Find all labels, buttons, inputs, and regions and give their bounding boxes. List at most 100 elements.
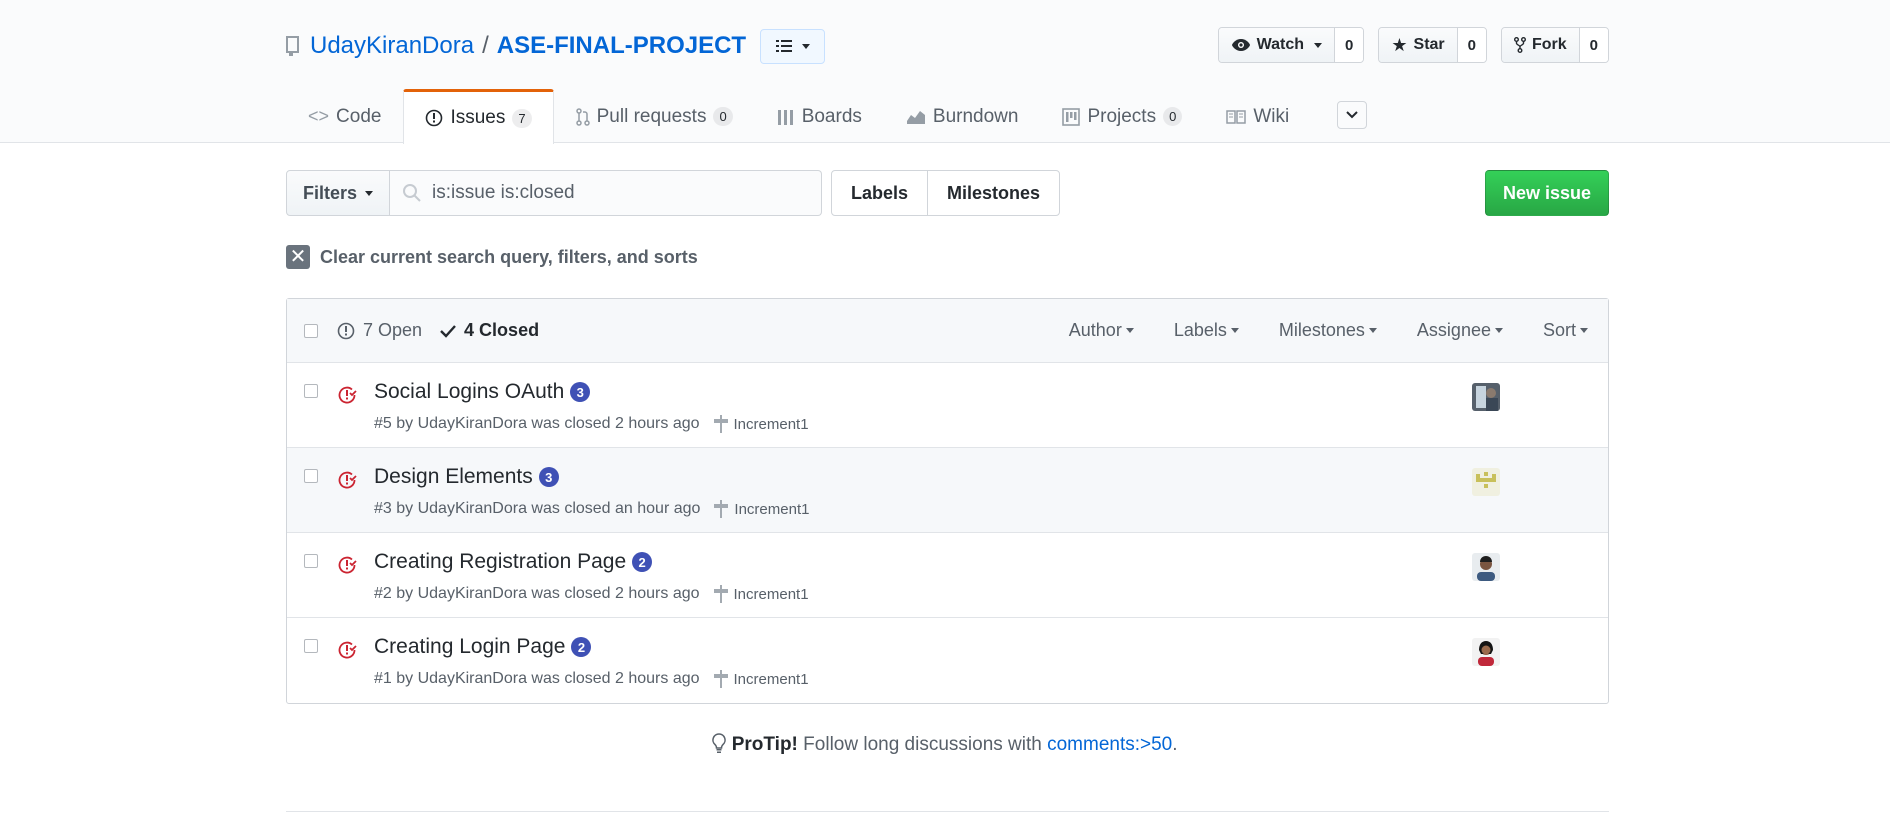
tab-label: Issues [450,107,506,128]
issue-title-link[interactable]: Social Logins OAuth 3 [374,380,591,404]
tab-boards[interactable]: Boards [755,89,884,143]
issue-checkbox[interactable] [304,639,318,653]
close-icon: ✕ [286,245,310,269]
filters-button[interactable]: Filters [286,170,391,216]
protip: ProTip! Follow long discussions with com… [0,733,1890,756]
milestone-link[interactable]: Increment1 [713,670,809,688]
issue-title: Design Elements [374,465,533,488]
assignee-avatar[interactable] [1472,553,1500,581]
issue-opened-icon [426,109,443,127]
issue-title: Social Logins OAuth [374,380,565,403]
fork-label: Fork [1531,36,1567,53]
star-button[interactable]: ★ Star 0 [1378,27,1487,63]
issue-meta-text: #3 by UdayKiranDora was closed an hour a… [374,500,701,517]
git-pull-request-icon [575,107,590,126]
open-count: 7 Open [363,320,423,340]
issue-meta: #5 by UdayKiranDora was closed 2 hours a… [374,415,809,433]
tab-label: Boards [801,105,862,127]
search-input[interactable] [432,182,813,204]
issue-checkbox[interactable] [304,384,318,398]
tab-issues[interactable]: Issues 7 [403,89,554,144]
protip-text: Follow long discussions with [797,734,1048,755]
search-field[interactable] [390,170,823,216]
chevron-down-icon [1580,328,1588,333]
issue-opened-icon [337,322,355,339]
repo-header: UdayKiranDora / ASE-FINAL-PROJECT Watch … [0,0,1890,144]
light-bulb-icon [712,733,727,753]
issue-closed-icon [338,471,357,489]
labels-filter[interactable]: Labels [1174,320,1239,341]
header-filters: Author Labels Milestones Assignee Sort [1069,320,1588,341]
labels-button[interactable]: Labels [832,171,927,215]
tab-wiki[interactable]: Wiki [1204,89,1311,143]
issue-meta: #1 by UdayKiranDora was closed 2 hours a… [374,670,809,688]
milestone-link[interactable]: Increment1 [714,500,809,518]
star-icon: ★ [1391,34,1408,55]
comment-count-badge[interactable]: 3 [570,382,591,402]
tab-burndown[interactable]: Burndown [884,89,1041,143]
tab-projects[interactable]: Projects 0 [1040,89,1204,143]
boards-icon [777,109,793,125]
select-all-checkbox[interactable] [304,323,318,338]
issue-closed-icon [338,641,357,659]
issue-closed-icon [338,386,357,404]
repo-separator: / [482,32,489,59]
assignee-avatar[interactable] [1472,468,1500,496]
comment-count-badge[interactable]: 3 [538,467,559,487]
watch-main[interactable]: Watch [1218,28,1336,62]
more-tabs-button[interactable] [1337,101,1368,129]
footer-divider [286,811,1609,812]
tab-label: Burndown [932,105,1019,127]
issue-meta: #2 by UdayKiranDora was closed 2 hours a… [374,585,809,603]
repo-menu-button[interactable] [760,28,826,64]
repo-title-row: UdayKiranDora / ASE-FINAL-PROJECT [286,28,826,64]
tab-pull-requests[interactable]: Pull requests 0 [554,89,755,143]
issue-title-link[interactable]: Creating Registration Page 2 [374,550,653,574]
star-count[interactable]: 0 [1457,28,1486,62]
repo-owner-link[interactable]: UdayKiranDora [310,32,474,60]
assignee-filter[interactable]: Assignee [1417,320,1503,341]
repo-title: UdayKiranDora / ASE-FINAL-PROJECT [310,32,746,60]
milestone-label: Increment1 [733,670,809,688]
clear-filters-link[interactable]: ✕ Clear current search query, filters, a… [286,245,698,269]
fork-count[interactable]: 0 [1579,28,1608,62]
issue-row[interactable]: Design Elements 3 #3 by UdayKiranDora wa… [287,448,1608,533]
chevron-down-icon [801,43,810,49]
labels-filter-label: Labels [1173,320,1227,340]
tab-code[interactable]: <> Code [286,89,403,143]
issues-list-header: 7 Open 4 Closed Author Labels Milestones… [287,299,1608,363]
issue-checkbox[interactable] [304,469,318,483]
issue-title-link[interactable]: Design Elements 3 [374,465,559,489]
comment-count-badge[interactable]: 2 [632,552,653,572]
assignee-avatar[interactable] [1472,638,1500,666]
milestone-link[interactable]: Increment1 [713,585,809,603]
closed-issues-link[interactable]: 4 Closed [440,320,539,341]
issue-title-link[interactable]: Creating Login Page 2 [374,635,592,659]
watch-count[interactable]: 0 [1335,28,1364,62]
issue-checkbox[interactable] [304,554,318,568]
sort-filter-label: Sort [1542,320,1576,340]
milestone-link[interactable]: Increment1 [713,415,809,433]
chevron-down-icon [1314,42,1323,48]
milestones-filter[interactable]: Milestones [1279,320,1377,341]
issue-row[interactable]: Social Logins OAuth 3 #5 by UdayKiranDor… [287,363,1608,448]
protip-link[interactable]: comments:>50 [1047,734,1172,755]
issue-row[interactable]: Creating Login Page 2 #1 by UdayKiranDor… [287,618,1608,703]
sort-filter[interactable]: Sort [1543,320,1588,341]
open-issues-link[interactable]: 7 Open [337,320,422,341]
watch-button[interactable]: Watch 0 [1217,27,1365,63]
social-buttons: Watch 0 ★ Star 0 Fork 0 [1217,27,1609,63]
fork-button[interactable]: Fork 0 [1500,27,1609,63]
milestone-label: Increment1 [734,500,810,518]
star-main[interactable]: ★ Star [1379,28,1458,62]
issue-row[interactable]: Creating Registration Page 2 #2 by UdayK… [287,533,1608,618]
graph-icon [906,109,925,124]
repo-name-link[interactable]: ASE-FINAL-PROJECT [497,32,746,60]
author-filter[interactable]: Author [1069,320,1134,341]
fork-main[interactable]: Fork [1501,28,1580,62]
new-issue-button[interactable]: New issue [1484,170,1609,216]
assignee-avatar[interactable] [1472,383,1500,411]
milestones-button[interactable]: Milestones [927,171,1059,215]
comment-count-badge[interactable]: 2 [571,637,592,657]
projects-counter: 0 [1163,107,1183,126]
